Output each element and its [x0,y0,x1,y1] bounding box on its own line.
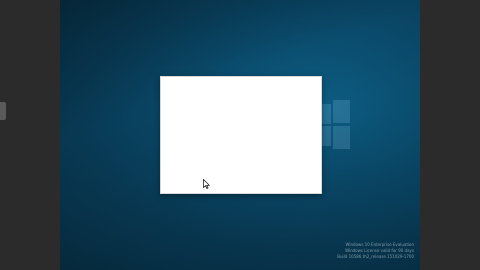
mouse-cursor-icon [203,179,210,189]
watermark-line-3: Build 10586.th2_release.151029-1700 [337,254,414,259]
left-letterbox [0,0,60,270]
right-letterbox [420,0,480,270]
blank-dialog-window[interactable] [160,76,322,194]
side-handle-icon[interactable] [0,102,6,120]
video-frame: Windows 10 Enterprise Evaluation Windows… [0,0,480,270]
activation-watermark: Windows 10 Enterprise Evaluation Windows… [337,242,414,260]
